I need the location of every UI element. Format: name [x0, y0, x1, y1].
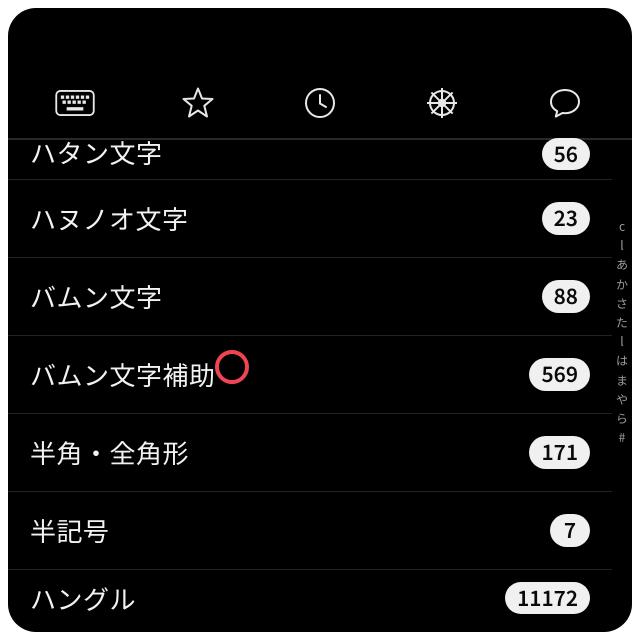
list-item[interactable]: バムン文字 88: [8, 258, 612, 336]
tab-recent[interactable]: [259, 68, 381, 138]
tab-chat[interactable]: [504, 68, 626, 138]
index-letter[interactable]: さ: [616, 297, 628, 310]
list-item[interactable]: バムン文字補助 569: [8, 336, 612, 414]
list-item[interactable]: ハヌノオ文字 23: [8, 180, 612, 258]
index-letter[interactable]: や: [616, 393, 628, 406]
index-letter[interactable]: l: [620, 239, 623, 252]
list-item-label: ハタン文字: [30, 140, 163, 166]
tab-keyboard[interactable]: [14, 68, 136, 138]
index-letter[interactable]: か: [616, 278, 628, 291]
list-item-label: バムン文字: [30, 278, 163, 315]
app-frame: ハタン文字 56 ハヌノオ文字 23 バムン文字 88 バムン文字補助 569 …: [8, 8, 632, 632]
index-letter[interactable]: #: [619, 431, 626, 444]
star-icon: [181, 86, 215, 120]
tab-bar: [8, 68, 632, 138]
tab-settings[interactable]: [381, 68, 503, 138]
list-item[interactable]: 半記号 7: [8, 492, 612, 570]
count-badge: 23: [542, 202, 590, 234]
count-badge: 569: [529, 358, 590, 390]
count-badge: 11172: [505, 582, 590, 614]
count-badge: 7: [550, 514, 590, 546]
list-item-label: 半角・全角形: [30, 434, 189, 471]
wheel-icon: [425, 86, 459, 120]
list-item[interactable]: ハタン文字 56: [8, 140, 612, 180]
list-item-label: バムン文字補助: [30, 356, 216, 393]
count-badge: 56: [542, 138, 590, 170]
count-badge: 171: [529, 436, 590, 468]
list-item-label: ハヌノオ文字: [30, 200, 188, 237]
index-letter[interactable]: あ: [616, 258, 628, 271]
tab-favorites[interactable]: [136, 68, 258, 138]
list-item-label: 半記号: [30, 512, 110, 549]
annotation-circle: [215, 350, 249, 384]
list-item-label: ハングル: [30, 586, 136, 612]
index-letter[interactable]: た: [616, 316, 628, 329]
section-index[interactable]: c l あ か さ た l は ま や ら #: [612, 220, 632, 444]
index-letter[interactable]: ま: [616, 374, 628, 387]
category-list[interactable]: ハタン文字 56 ハヌノオ文字 23 バムン文字 88 バムン文字補助 569 …: [8, 140, 612, 632]
chat-icon: [548, 86, 582, 120]
index-letter[interactable]: l: [620, 335, 623, 348]
keyboard-icon: [55, 89, 95, 117]
count-badge: 88: [542, 280, 590, 312]
index-letter[interactable]: ら: [616, 412, 628, 425]
index-letter[interactable]: c: [619, 220, 625, 233]
list-item[interactable]: 半角・全角形 171: [8, 414, 612, 492]
index-letter[interactable]: は: [616, 354, 628, 367]
clock-icon: [303, 86, 337, 120]
list-item[interactable]: ハングル 11172: [8, 570, 612, 612]
